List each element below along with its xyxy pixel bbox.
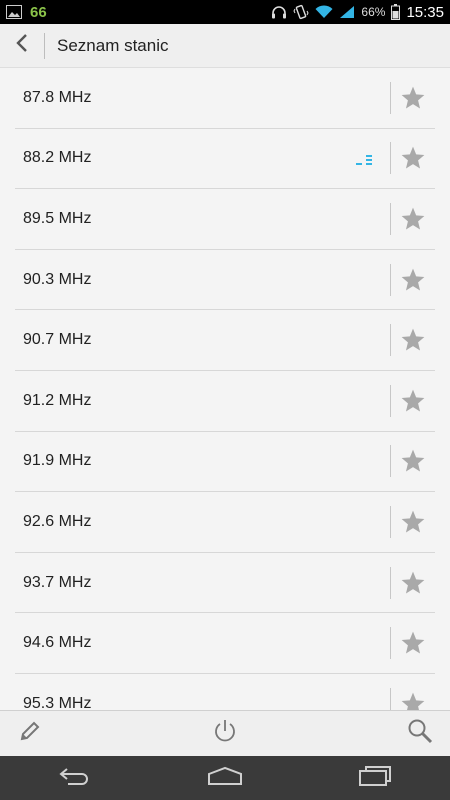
home-icon <box>207 766 243 791</box>
station-row[interactable]: 93.7 MHz <box>15 553 435 614</box>
back-button[interactable] <box>0 24 44 68</box>
station-frequency: 90.7 MHz <box>23 331 92 349</box>
action-bar: Seznam stanic <box>0 24 450 68</box>
station-row[interactable]: 95.3 MHz <box>15 674 435 710</box>
station-row[interactable]: 94.6 MHz <box>15 613 435 674</box>
favorite-star-icon[interactable] <box>391 197 435 241</box>
favorite-star-icon[interactable] <box>391 76 435 120</box>
vibrate-icon <box>293 4 309 20</box>
notification-count: 66 <box>30 3 47 21</box>
battery-percent: 66% <box>361 5 386 19</box>
station-row[interactable]: 89.5 MHz <box>15 189 435 250</box>
chevron-left-icon <box>15 33 29 58</box>
power-button[interactable] <box>195 711 255 757</box>
back-arrow-icon <box>58 766 92 791</box>
station-row[interactable]: 92.6 MHz <box>15 492 435 553</box>
wifi-icon <box>315 5 333 19</box>
headphones-icon <box>271 5 287 19</box>
station-frequency: 91.2 MHz <box>23 391 92 409</box>
bottom-toolbar <box>0 710 450 756</box>
now-playing-icon <box>354 150 376 166</box>
station-frequency: 88.2 MHz <box>23 149 92 167</box>
station-frequency: 90.3 MHz <box>23 270 92 288</box>
station-frequency: 89.5 MHz <box>23 209 92 227</box>
station-row[interactable]: 91.9 MHz <box>15 432 435 493</box>
recent-apps-icon <box>358 765 392 792</box>
search-icon <box>407 718 433 749</box>
favorite-star-icon[interactable] <box>391 621 435 665</box>
station-row[interactable]: 87.8 MHz <box>15 68 435 129</box>
favorite-star-icon[interactable] <box>391 682 435 710</box>
station-row[interactable]: 90.7 MHz <box>15 310 435 371</box>
station-frequency: 93.7 MHz <box>23 573 92 591</box>
station-frequency: 87.8 MHz <box>23 88 92 106</box>
battery-icon <box>391 4 401 20</box>
favorite-star-icon[interactable] <box>391 136 435 180</box>
station-row[interactable]: 91.2 MHz <box>15 371 435 432</box>
station-frequency: 92.6 MHz <box>23 512 92 530</box>
station-row[interactable]: 90.3 MHz <box>15 250 435 311</box>
favorite-star-icon[interactable] <box>391 500 435 544</box>
page-title: Seznam stanic <box>57 35 169 55</box>
edit-button[interactable] <box>0 711 60 757</box>
pencil-icon <box>18 719 42 748</box>
power-icon <box>212 718 238 749</box>
station-frequency: 91.9 MHz <box>23 452 92 470</box>
clock: 15:35 <box>406 3 444 21</box>
station-row[interactable]: 88.2 MHz <box>15 129 435 190</box>
navigation-bar <box>0 756 450 800</box>
favorite-star-icon[interactable] <box>391 439 435 483</box>
image-notification-icon <box>6 5 22 19</box>
favorite-star-icon[interactable] <box>391 258 435 302</box>
favorite-star-icon[interactable] <box>391 561 435 605</box>
station-frequency: 94.6 MHz <box>23 634 92 652</box>
station-frequency: 95.3 MHz <box>23 694 92 710</box>
search-button[interactable] <box>390 711 450 757</box>
favorite-star-icon[interactable] <box>391 318 435 362</box>
favorite-star-icon[interactable] <box>391 379 435 423</box>
station-list[interactable]: 87.8 MHz 88.2 MHz 89.5 MHz 90.3 MHz 90.7… <box>0 68 450 710</box>
nav-home-button[interactable] <box>185 756 265 800</box>
nav-recent-apps-button[interactable] <box>335 756 415 800</box>
signal-icon <box>339 5 355 19</box>
status-bar: 66 66% 15:35 <box>0 0 450 24</box>
nav-back-button[interactable] <box>35 756 115 800</box>
